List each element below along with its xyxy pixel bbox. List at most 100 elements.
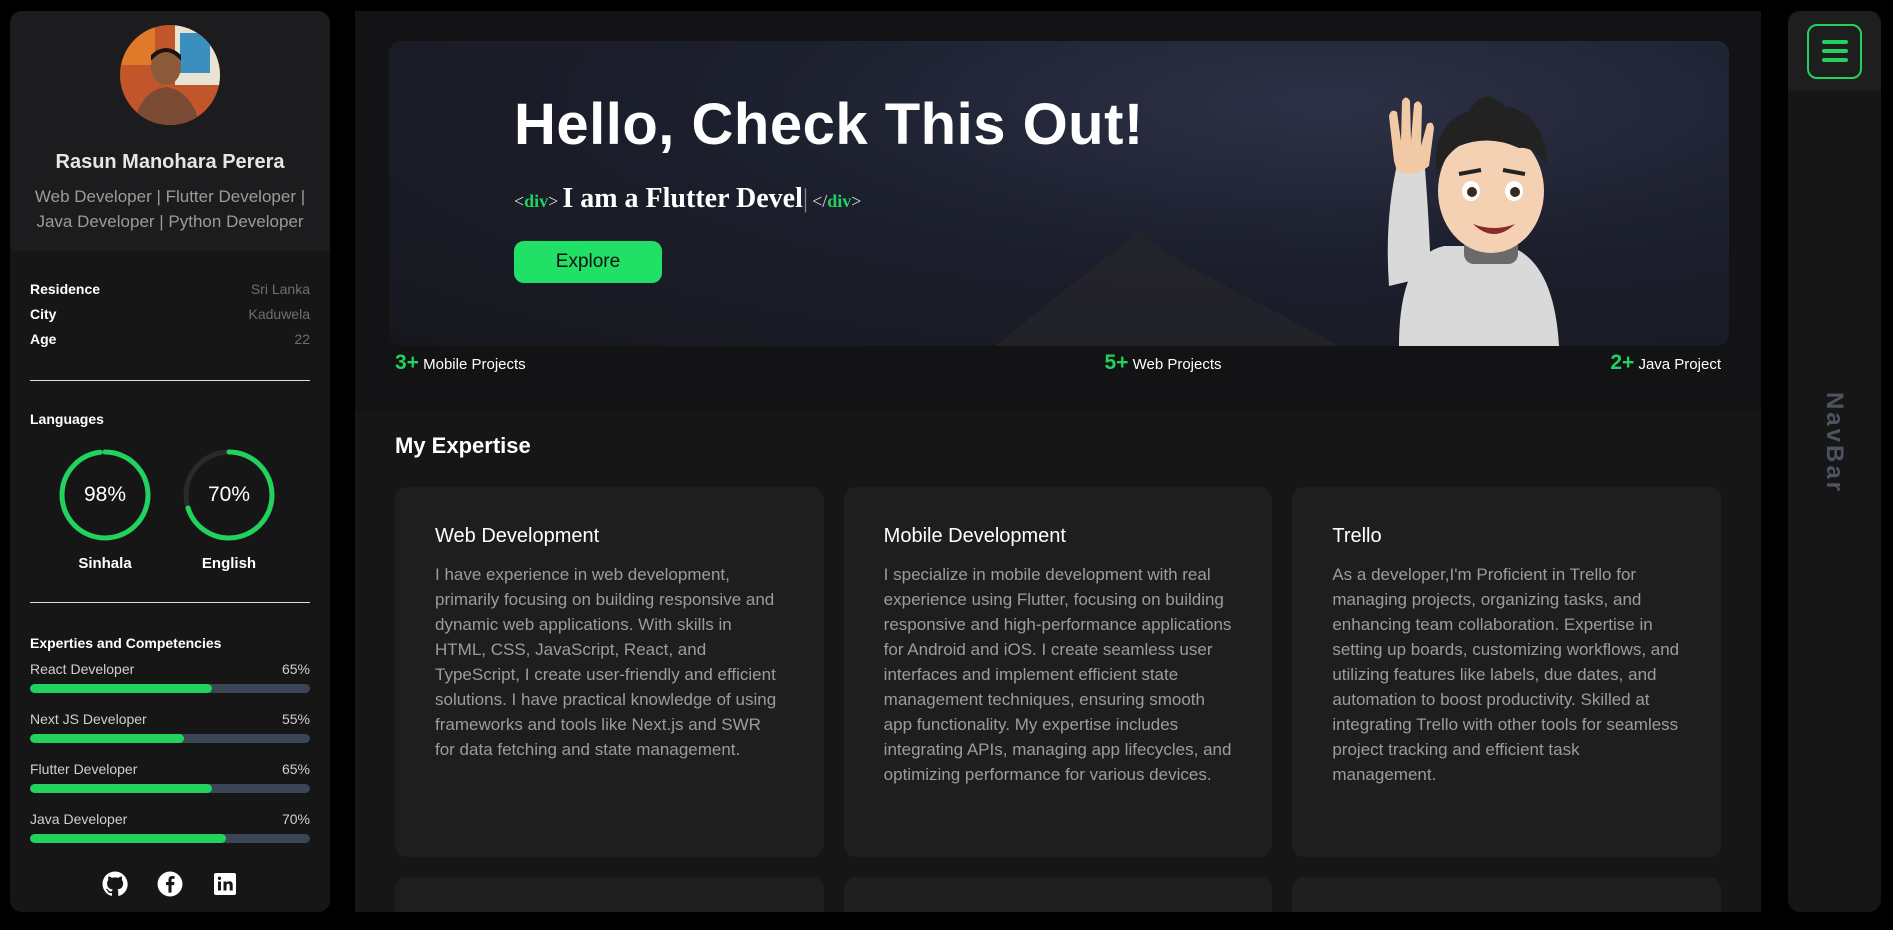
skill-name: Java Developer bbox=[30, 811, 128, 827]
skill-name: Flutter Developer bbox=[30, 761, 138, 777]
navbar-header bbox=[1788, 11, 1881, 91]
info-value: 22 bbox=[294, 331, 310, 347]
waving-memoji bbox=[1387, 97, 1559, 346]
explore-button[interactable]: Explore bbox=[514, 241, 662, 283]
skill-percent: 65% bbox=[281, 661, 310, 677]
card-title: Web Development bbox=[435, 525, 600, 547]
skill-bar bbox=[30, 684, 310, 693]
stat-number: 2+ bbox=[1610, 351, 1635, 374]
expertise-card: Trello As a developer,I'm Proficient in … bbox=[1292, 487, 1722, 857]
navbar-label: NavBar bbox=[1821, 391, 1848, 495]
stat-web: 5+ Web Projects bbox=[1104, 351, 1221, 375]
stat-label: Java Project bbox=[1638, 356, 1721, 373]
stat-java: 2+ Java Project bbox=[1610, 351, 1721, 375]
card-title: Trello bbox=[1332, 525, 1382, 547]
mountain-background bbox=[995, 231, 1340, 346]
tag-name: div bbox=[827, 191, 852, 211]
info-key: Age bbox=[30, 331, 57, 347]
hamburger-icon-line bbox=[1821, 58, 1848, 62]
profile-sidebar: Rasun Manohara Perera Web Developer | Fl… bbox=[10, 11, 330, 912]
info-key: City bbox=[30, 306, 57, 322]
tag-bracket: </ bbox=[812, 191, 828, 211]
card-text: As a developer,I'm Proficient in Trello … bbox=[1332, 565, 1680, 784]
skill-percent: 70% bbox=[281, 811, 310, 827]
language-name: Sinhala bbox=[78, 555, 132, 572]
profile-role-line: Java Developer | Python Developer bbox=[36, 212, 304, 231]
project-stats: 3+ Mobile Projects 5+ Web Projects 2+ Ja… bbox=[395, 351, 1721, 375]
expertise-card bbox=[1292, 877, 1722, 912]
info-row-age: Age 22 bbox=[30, 327, 310, 352]
skill-percent: 55% bbox=[281, 711, 310, 727]
language-ring: 98% bbox=[59, 449, 151, 541]
language-name: English bbox=[201, 555, 257, 572]
html-tag-open: <div> bbox=[514, 191, 558, 211]
language-item: 98% Sinhala bbox=[59, 449, 151, 572]
expertise-card: Mobile Development I specialize in mobil… bbox=[843, 487, 1273, 857]
divider bbox=[30, 380, 310, 381]
github-icon[interactable] bbox=[102, 871, 128, 897]
section-title: My Expertise bbox=[395, 433, 531, 458]
personal-info: Residence Sri Lanka City Kaduwela Age 22 bbox=[10, 251, 330, 352]
divider bbox=[30, 602, 310, 603]
hamburger-icon-line bbox=[1821, 49, 1848, 53]
hamburger-icon-line bbox=[1821, 40, 1848, 44]
stat-label: Mobile Projects bbox=[423, 356, 526, 373]
hero-title: Hello, Check This Out! bbox=[514, 92, 1144, 157]
profile-name: Rasun Manohara Perera bbox=[55, 151, 285, 173]
skill-bar-fill bbox=[30, 784, 212, 793]
skill-bar-fill bbox=[30, 684, 212, 693]
skill-item: Java Developer 70% bbox=[10, 811, 330, 843]
tag-bracket: > bbox=[548, 191, 559, 211]
card-text: I have experience in web development, pr… bbox=[435, 565, 777, 759]
skill-bar bbox=[30, 834, 310, 843]
tag-bracket: > bbox=[851, 191, 862, 211]
expertise-card bbox=[395, 877, 824, 912]
stat-label: Web Projects bbox=[1132, 356, 1222, 373]
skill-percent: 65% bbox=[281, 761, 310, 777]
skill-item: React Developer 65% bbox=[10, 661, 330, 693]
profile-role: Web Developer | Flutter Developer | Java… bbox=[10, 184, 330, 234]
skill-bar bbox=[30, 784, 310, 793]
main-content: Hello, Check This Out! <div> I am a Flut… bbox=[355, 11, 1761, 912]
tag-bracket: < bbox=[514, 191, 525, 211]
expertise-card bbox=[843, 877, 1273, 912]
skill-item: Flutter Developer 65% bbox=[10, 761, 330, 793]
linkedin-icon[interactable] bbox=[212, 871, 238, 897]
language-item: 70% English bbox=[183, 449, 275, 572]
typing-cursor: | bbox=[802, 184, 809, 213]
language-ring: 70% bbox=[183, 449, 275, 541]
skills-list: React Developer 65% Next JS Developer 55% … bbox=[10, 661, 330, 843]
facebook-icon[interactable] bbox=[157, 871, 183, 897]
stat-mobile: 3+ Mobile Projects bbox=[395, 351, 526, 375]
menu-button[interactable] bbox=[1807, 23, 1862, 79]
tag-name: div bbox=[524, 191, 549, 211]
skill-bar-fill bbox=[30, 734, 184, 743]
expertise-cards: Web Development I have experience in web… bbox=[395, 487, 1722, 857]
profile-role-line: Web Developer | Flutter Developer | bbox=[34, 187, 306, 206]
languages-list: 98% Sinhala 70% English bbox=[10, 449, 330, 572]
info-value: Kaduwela bbox=[248, 306, 311, 322]
expertise-section: My Expertise Web Development I have expe… bbox=[355, 411, 1761, 912]
expertise-card: Web Development I have experience in web… bbox=[395, 487, 824, 857]
languages-title: Languages bbox=[30, 411, 104, 427]
social-links bbox=[10, 856, 330, 912]
stat-number: 3+ bbox=[395, 351, 419, 374]
profile-header: Rasun Manohara Perera Web Developer | Fl… bbox=[10, 11, 330, 251]
hero-section: Hello, Check This Out! <div> I am a Flut… bbox=[355, 11, 1761, 411]
hero-banner: Hello, Check This Out! <div> I am a Flut… bbox=[389, 41, 1729, 346]
skill-name: Next JS Developer bbox=[30, 711, 147, 727]
skills-title: Experties and Competencies bbox=[30, 635, 222, 651]
expertise-cards-row-2 bbox=[395, 877, 1722, 912]
typing-text: <div> I am a Flutter Devel| </div> bbox=[514, 183, 861, 215]
skill-name: React Developer bbox=[30, 661, 135, 677]
language-percent: 98% bbox=[83, 483, 127, 506]
card-title: Mobile Development bbox=[883, 525, 1066, 547]
language-percent: 70% bbox=[207, 483, 251, 506]
skill-bar bbox=[30, 734, 310, 743]
info-row-residence: Residence Sri Lanka bbox=[30, 277, 310, 302]
card-text: I specialize in mobile development with … bbox=[883, 565, 1232, 784]
info-key: Residence bbox=[30, 281, 101, 297]
avatar bbox=[120, 25, 220, 125]
info-value: Sri Lanka bbox=[250, 281, 310, 297]
skill-item: Next JS Developer 55% bbox=[10, 711, 330, 743]
